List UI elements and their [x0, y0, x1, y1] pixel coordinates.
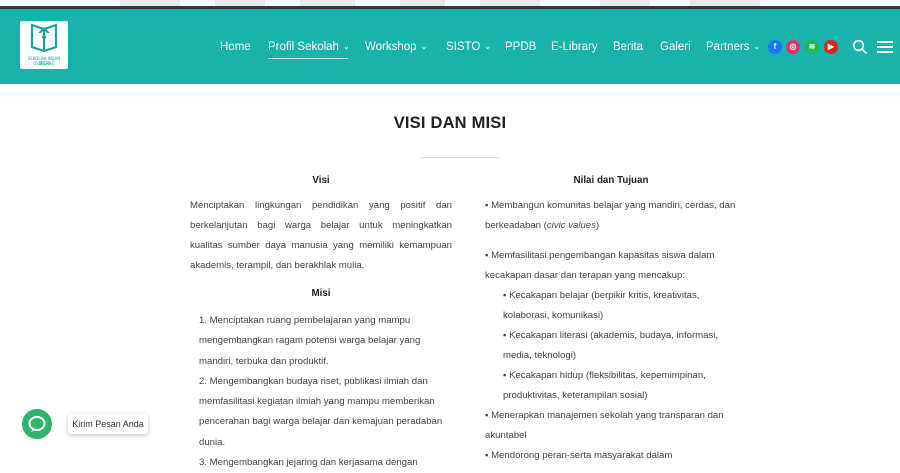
chevron-down-icon: ⌄	[342, 42, 350, 51]
visi-heading: Visi	[312, 175, 330, 186]
chat-label[interactable]: Kirim Pesan Anda	[68, 414, 148, 434]
misi-list: 1. Menciptakan ruang pembelajaran yang m…	[190, 311, 452, 473]
misi-item: 3. Mengembangkan jejaring dan kerjasama …	[199, 457, 418, 469]
hamburger-menu-icon[interactable]	[877, 41, 893, 54]
youtube-icon[interactable]: ▶	[824, 40, 838, 54]
chevron-down-icon: ⌄	[420, 42, 428, 51]
search-icon[interactable]	[852, 39, 868, 55]
page-title: VISI DAN MISI	[393, 114, 507, 132]
nav-item-label: Partners	[706, 41, 750, 53]
logo-subtext: SIGI	[38, 61, 49, 67]
nav-item-profil-sekolah[interactable]: Profil Sekolah ⌄	[268, 39, 350, 59]
nilai-item: ▪ Memfasilitasi pengembangan kapasitas s…	[485, 250, 715, 281]
nilai-heading: Nilai dan Tujuan	[573, 175, 649, 186]
chat-icon	[28, 416, 46, 432]
nilai-item-text: )	[595, 220, 600, 231]
active-nav-underline	[268, 58, 348, 59]
nav-item-label: Workshop	[365, 41, 417, 53]
nav-item-label: PPDB	[505, 41, 537, 53]
nilai-item: ▪ Membangun komunitas belajar yang mandi…	[485, 196, 737, 236]
nav-item-label: Profil Sekolah	[268, 41, 339, 53]
misi-item: 1. Menciptakan ruang pembelajaran yang m…	[199, 315, 421, 367]
left-column: Visi Menciptakan lingkungan pendidikan y…	[190, 171, 452, 473]
chevron-down-icon: ⌄	[484, 42, 492, 51]
nav-item-label: Home	[220, 41, 251, 53]
nav-item-berita[interactable]: Berita	[613, 39, 643, 55]
book-logo-icon	[30, 23, 58, 53]
nilai-subitem: ▪ Kecakapan literasi (akademis, budaya, …	[503, 330, 719, 361]
nav-item-galeri[interactable]: Galeri	[660, 39, 691, 55]
misi-item: 2. Mengembangkan budaya riset, publikasi…	[199, 375, 443, 448]
nav-item-partners[interactable]: Partners ⌄	[706, 39, 760, 55]
nav-item-sisto[interactable]: SISTO ⌄	[446, 39, 491, 55]
nav-item-home[interactable]: Home	[220, 39, 251, 55]
instagram-icon[interactable]: ◎	[786, 40, 800, 54]
nilai-item-text: ▪ Membangun komunitas belajar yang mandi…	[485, 200, 736, 231]
misi-heading: Misi	[311, 288, 331, 299]
visi-text: Menciptakan lingkungan pendidikan yang p…	[190, 200, 452, 271]
nav-item-workshop[interactable]: Workshop ⌄	[365, 39, 427, 55]
nilai-subitem: ▪ Kecakapan hidup (fleksibilitas, kepemi…	[503, 370, 706, 401]
nilai-sublist: ▪ Kecakapan belajar (berpikir kritis, kr…	[485, 286, 737, 406]
top-strip	[0, 0, 900, 9]
civic-values-text: civic values	[546, 220, 596, 231]
nav-item-e-library[interactable]: E-Library	[551, 39, 598, 55]
nilai-item: ▪ Menerapkan manajemen sekolah yang tran…	[485, 410, 724, 441]
site-header: SEKOLAH INSAN GEMILANG SIGI Home Profil S…	[0, 9, 900, 84]
nav-item-label: SISTO	[446, 41, 481, 53]
spotify-icon[interactable]: ≋	[805, 40, 819, 54]
chat-button[interactable]	[22, 409, 52, 439]
nav-item-label: Galeri	[660, 41, 691, 53]
nav-item-label: Berita	[613, 41, 644, 53]
nav-item-ppdb[interactable]: PPDB	[505, 39, 536, 55]
facebook-icon[interactable]: f	[768, 40, 782, 54]
site-logo[interactable]: SEKOLAH INSAN GEMILANG SIGI	[20, 21, 68, 69]
nav-item-label: E-Library	[551, 41, 598, 53]
nilai-subitem: ▪ Kecakapan belajar (berpikir kritis, kr…	[503, 290, 700, 321]
title-divider	[420, 157, 500, 158]
chevron-down-icon: ⌄	[753, 42, 761, 51]
right-column: Nilai dan Tujuan ▪ Membangun komunitas b…	[485, 171, 737, 466]
nilai-item: ▪ Mendorong peran-serta masyarakat dalam	[485, 450, 673, 461]
